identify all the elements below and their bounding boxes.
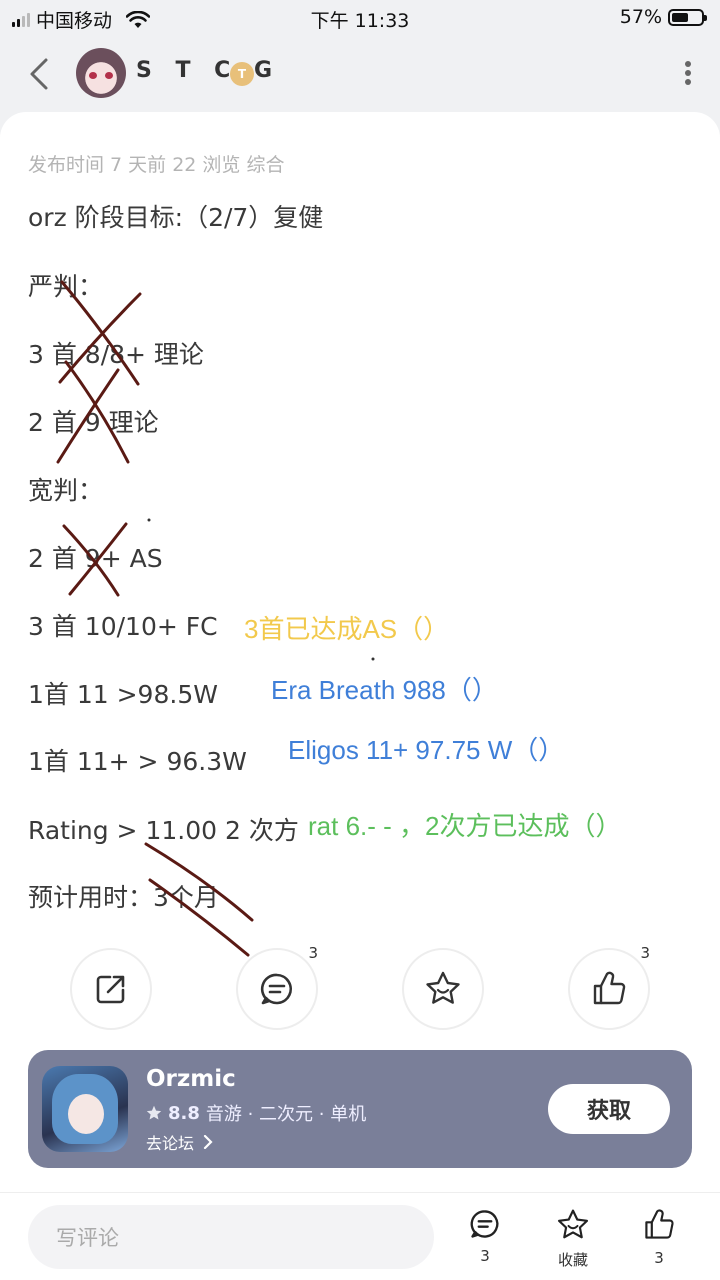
bottom-favorite-label: 收藏: [557, 1251, 588, 1269]
post-actions: 3 3: [0, 944, 720, 1032]
comment-button[interactable]: 3: [236, 944, 318, 1030]
thumbs-up-icon: [593, 971, 626, 1005]
forum-link[interactable]: 去论坛: [146, 1130, 213, 1154]
post-line: 预计用时：3个月: [28, 883, 219, 912]
like-count: 3: [640, 944, 650, 962]
post-line: 2 首 9 理论: [28, 408, 159, 437]
bottom-bar: 写评论 3 收藏 3: [0, 1192, 720, 1280]
post-line: Rating > 11.00 2 次方: [28, 816, 299, 845]
avatar[interactable]: [76, 48, 126, 98]
app-banner[interactable]: Orzmic 8.8 音游 · 二次元 · 单机 去论坛 获取: [28, 1050, 692, 1168]
battery-icon: [668, 8, 707, 26]
post-line: 1首 11+ > 96.3W: [28, 747, 247, 776]
post-line: 2 首 9+ AS: [28, 544, 163, 573]
app-rating: 8.8: [168, 1102, 200, 1124]
app-info: 8.8 音游 · 二次元 · 单机: [146, 1100, 366, 1126]
star-face-icon: [426, 971, 460, 1004]
back-icon[interactable]: [24, 54, 54, 94]
post-line: 严判：: [28, 272, 104, 301]
annotation-yellow: 3首已达成AS（）: [244, 614, 450, 644]
username[interactable]: S T C G: [136, 58, 280, 83]
handwritten-strikes: [56, 280, 375, 957]
post-card: 发布时间 7 天前 22 浏览 综合 orz 阶段目标:（2/7）复健 严判： …: [0, 112, 720, 1212]
like-button[interactable]: 3: [568, 944, 650, 1030]
favorite-button[interactable]: [402, 948, 484, 1030]
star-icon: [146, 1105, 162, 1120]
post-title: orz 阶段目标:（2/7）复健: [28, 203, 324, 232]
comment-icon: [470, 1210, 499, 1238]
more-options-icon[interactable]: [684, 58, 692, 88]
comment-count: 3: [308, 944, 318, 962]
bottom-comment-count: 3: [480, 1247, 490, 1265]
chevron-right-icon: [204, 1134, 213, 1150]
post-header: S T C G T: [0, 40, 720, 110]
status-right: 57%: [619, 6, 707, 28]
post-line: 3 首 8/8+ 理论: [28, 340, 204, 369]
bottom-like-count: 3: [654, 1249, 664, 1267]
comment-icon: [260, 973, 293, 1005]
app-name: Orzmic: [146, 1066, 236, 1092]
forum-link-label: 去论坛: [146, 1134, 195, 1153]
status-time: 下午 11:33: [310, 10, 410, 32]
annotation-blue: Eligos 11+ 97.75 W（）: [288, 735, 565, 765]
app-icon: [42, 1066, 128, 1152]
star-face-icon: [557, 1209, 589, 1239]
share-icon: [96, 975, 125, 1004]
app-tags: 音游 · 二次元 · 单机: [205, 1104, 367, 1125]
bottom-favorite-button[interactable]: 收藏: [538, 1207, 608, 1270]
comment-input[interactable]: 写评论: [28, 1205, 434, 1269]
user-level-badge: T: [230, 62, 254, 86]
bottom-like-button[interactable]: 3: [624, 1207, 694, 1267]
battery-percent: 57%: [619, 6, 662, 28]
thumbs-up-icon: [645, 1209, 674, 1239]
share-button[interactable]: [70, 948, 152, 1030]
status-bar: 中国移动 下午 11:33 57%: [0, 0, 720, 40]
get-app-button[interactable]: 获取: [548, 1084, 670, 1134]
post-meta: 发布时间 7 天前 22 浏览 综合: [28, 154, 285, 176]
annotation-blue: Era Breath 988（）: [271, 675, 498, 705]
annotation-green: rat 6.- - ，2次方已达成（）: [308, 811, 622, 841]
post-line: 3 首 10/10+ FC: [28, 612, 218, 641]
post-line: 宽判：: [28, 476, 104, 505]
post-line: 1首 11 >98.5W: [28, 680, 218, 709]
bottom-comment-button[interactable]: 3: [450, 1207, 520, 1265]
